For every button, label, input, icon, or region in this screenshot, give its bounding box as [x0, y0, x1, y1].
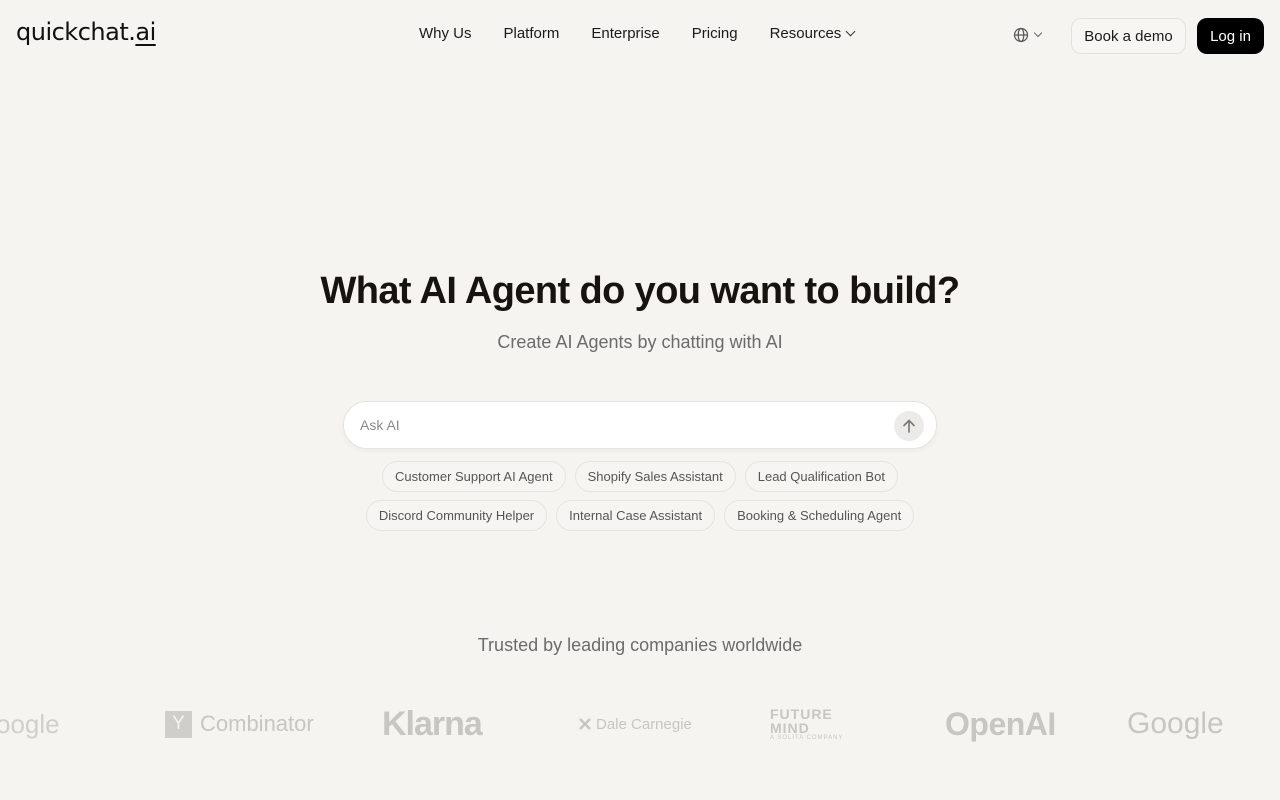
send-button[interactable]	[894, 411, 924, 441]
page: quickchat. ai Why Us Platform Enterprise …	[0, 0, 1280, 800]
nav-pricing[interactable]: Pricing	[692, 25, 738, 42]
suggestion-row-2: Discord Community Helper Internal Case A…	[0, 500, 1280, 531]
logo-text: quickchat.	[16, 18, 136, 46]
login-button[interactable]: Log in	[1197, 18, 1264, 54]
ask-ai-box	[343, 401, 937, 449]
yc-mark: Y	[165, 710, 192, 738]
nav-resources[interactable]: Resources	[769, 25, 856, 42]
dale-carnegie-mark-icon	[579, 718, 591, 730]
hero-subtitle: Create AI Agents by chatting with AI	[497, 332, 783, 352]
globe-icon	[1013, 27, 1029, 43]
futuremind-tagline: A SOLITA COMPANY	[770, 735, 844, 741]
nav-why-us[interactable]: Why Us	[419, 25, 472, 42]
chevron-down-icon	[845, 26, 856, 37]
trusted-heading: Trusted by leading companies worldwide	[477, 635, 803, 655]
y-combinator-logo: Y Combinator	[165, 700, 314, 748]
google-logo: Google	[1127, 707, 1224, 740]
suggestion-chip[interactable]: Lead Qualification Bot	[744, 461, 898, 492]
suggestion-chip[interactable]: Shopify Sales Assistant	[574, 461, 736, 492]
nav-resources-label: Resources	[769, 25, 842, 42]
suggestion-chip[interactable]: Internal Case Assistant	[556, 500, 716, 531]
quickchat-logo[interactable]: quickchat. ai	[16, 18, 156, 46]
klarna-logo: Klarna	[382, 704, 483, 743]
dale-carnegie-logo: Dale Carnegie	[578, 700, 692, 748]
suggestion-chip[interactable]: Booking & Scheduling Agent	[724, 500, 915, 531]
futuremind-logo: FUTURE MIND A SOLITA COMPANY	[770, 700, 843, 748]
logo-tld: ai	[135, 18, 156, 46]
language-selector[interactable]	[1013, 27, 1043, 43]
customer-logos: oogle Y Combinator Klarna Dale Carnegie …	[0, 700, 1280, 748]
nav-enterprise[interactable]: Enterprise	[591, 25, 659, 42]
top-navigation: quickchat. ai Why Us Platform Enterprise …	[0, 0, 1280, 72]
suggestion-chip[interactable]: Customer Support AI Agent	[382, 461, 566, 492]
dale-carnegie-wordmark: Dale Carnegie	[596, 715, 692, 733]
yc-wordmark: Combinator	[200, 711, 314, 736]
suggestion-row-1: Customer Support AI Agent Shopify Sales …	[0, 461, 1280, 492]
google-logo-partial: oogle	[0, 708, 60, 739]
nav-platform[interactable]: Platform	[504, 25, 560, 42]
chevron-down-icon	[1033, 28, 1043, 38]
suggestion-chip[interactable]: Discord Community Helper	[365, 500, 548, 531]
futuremind-line1: FUTURE	[770, 706, 833, 722]
main-nav: Why Us Platform Enterprise Pricing Resou…	[419, 25, 856, 42]
futuremind-line2: MIND	[770, 720, 810, 736]
hero-title: What AI Agent do you want to build?	[320, 270, 961, 312]
book-demo-button[interactable]: Book a demo	[1071, 18, 1186, 54]
arrow-up-icon	[903, 419, 915, 433]
openai-logo: OpenAI	[945, 705, 1056, 742]
ask-ai-input[interactable]	[360, 402, 880, 448]
